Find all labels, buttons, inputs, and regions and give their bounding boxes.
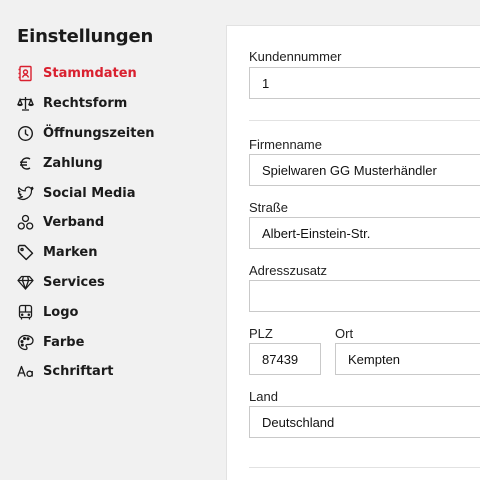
sidebar-item-rechtsform[interactable]: Rechtsform [0,89,226,119]
sidebar-item-oeffnungszeiten[interactable]: Öffnungszeiten [0,119,226,149]
firmenname-input[interactable] [249,154,480,186]
clock-icon [17,125,34,142]
sidebar-item-zahlung[interactable]: Zahlung [0,148,226,178]
diamond-icon [17,274,34,291]
palette-icon [17,334,34,351]
adresszusatz-input[interactable] [249,280,480,312]
plz-input[interactable] [249,343,321,375]
font-aa-icon [17,363,34,380]
sidebar-item-farbe[interactable]: Farbe [0,327,226,357]
firmenname-label: Firmenname [249,137,322,152]
bus-icon [17,304,34,321]
twitter-bird-icon [17,185,34,202]
sidebar-item-social-media[interactable]: Social Media [0,178,226,208]
sidebar-item-label: Stammdaten [43,66,137,82]
strasse-label: Straße [249,200,289,215]
land-label: Land [249,389,278,404]
plz-label: PLZ [249,326,273,341]
strasse-input[interactable] [249,217,480,249]
sidebar-item-stammdaten[interactable]: Stammdaten [0,59,226,89]
sidebar-item-label: Logo [43,304,79,320]
form-divider [249,120,480,121]
sidebar-item-label: Öffnungszeiten [43,125,155,141]
land-select[interactable] [249,406,480,438]
sidebar-item-label: Zahlung [43,155,103,171]
tag-icon [17,244,34,261]
sidebar-item-label: Verband [43,215,105,231]
sidebar-item-label: Marken [43,245,98,261]
form-divider [249,467,480,468]
sidebar-item-services[interactable]: Services [0,268,226,298]
settings-nav: Stammdaten Rechtsform Öffnungszeiten Zah… [0,59,226,387]
stammdaten-form-panel: Kundennummer Firmenname Straße Adresszus… [226,25,480,480]
sidebar-title: Einstellungen [17,26,154,47]
scale-icon [17,95,34,112]
euro-icon [17,155,34,172]
sidebar-item-label: Services [43,274,105,290]
sidebar-item-label: Social Media [43,185,136,201]
adresszusatz-label: Adresszusatz [249,263,328,278]
kundennummer-label: Kundennummer [249,49,342,64]
sidebar-item-logo[interactable]: Logo [0,297,226,327]
sidebar-item-schriftart[interactable]: Schriftart [0,357,226,387]
ort-input[interactable] [335,343,480,375]
sidebar-item-label: Rechtsform [43,96,128,112]
ort-label: Ort [335,326,354,341]
group-circles-icon [17,214,34,231]
sidebar-item-verband[interactable]: Verband [0,208,226,238]
sidebar-item-marken[interactable]: Marken [0,238,226,268]
address-book-icon [17,65,34,82]
sidebar-item-label: Schriftart [43,364,114,380]
settings-sidebar: Einstellungen Stammdaten Rechtsform Öffn… [0,0,226,480]
kundennummer-input[interactable] [249,67,480,99]
sidebar-item-label: Farbe [43,334,85,350]
